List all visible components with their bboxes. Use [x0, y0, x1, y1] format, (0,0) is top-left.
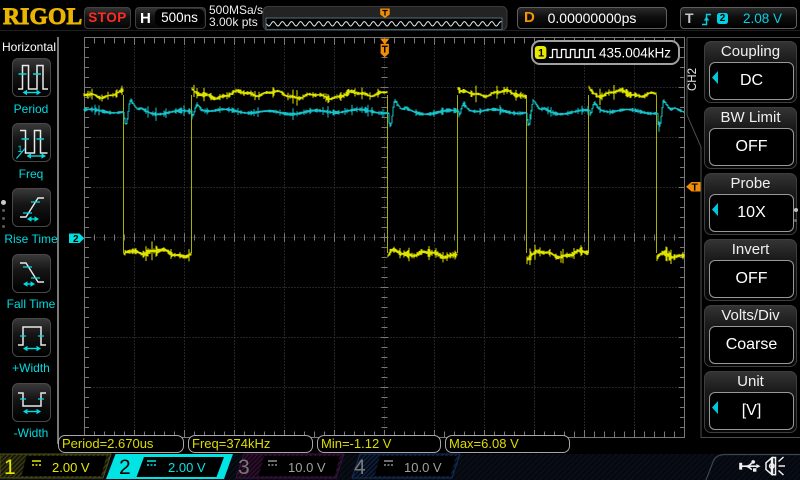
svg-text:3: 3	[238, 456, 250, 479]
svg-text:4: 4	[354, 456, 366, 479]
svg-text:10.0 V: 10.0 V	[288, 460, 326, 475]
svg-text:2: 2	[73, 234, 79, 245]
svg-text:2.00 V: 2.00 V	[52, 460, 90, 475]
svg-text:10.0 V: 10.0 V	[404, 460, 442, 475]
svg-text:1: 1	[538, 48, 544, 60]
svg-text:435.004kHz: 435.004kHz	[599, 46, 671, 61]
svg-text:2.00 V: 2.00 V	[168, 460, 206, 475]
svg-text:1: 1	[4, 456, 16, 479]
svg-text:2: 2	[119, 456, 131, 479]
